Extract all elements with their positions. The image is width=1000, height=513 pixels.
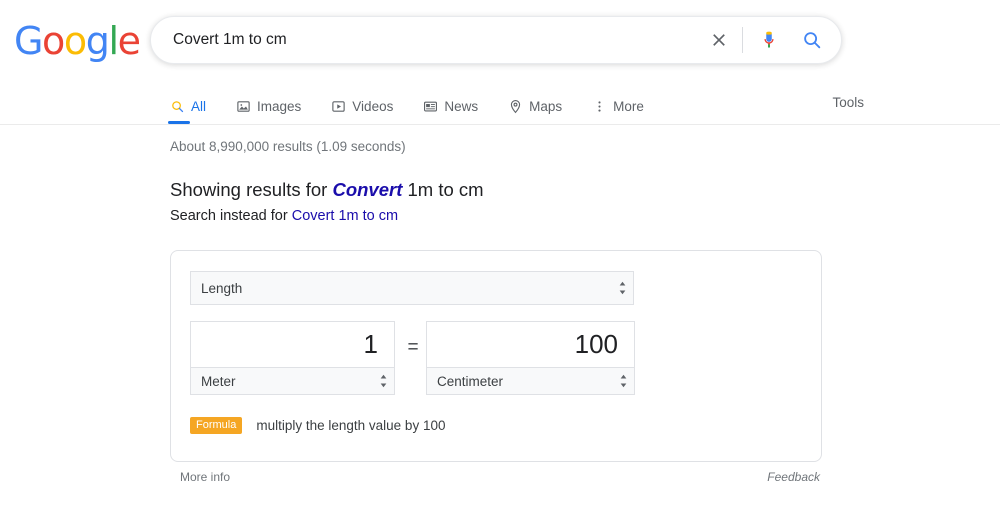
tab-all[interactable]: All (168, 88, 220, 124)
close-icon[interactable] (702, 18, 736, 62)
more-info-link[interactable]: More info (180, 470, 230, 484)
search-instead-prefix: Search instead for (170, 208, 292, 224)
tab-maps-label: Maps (529, 98, 563, 114)
tab-maps[interactable]: Maps (508, 88, 576, 124)
chevron-updown-icon (372, 373, 394, 389)
news-icon (423, 99, 438, 114)
tab-news-label: News (444, 98, 479, 114)
feedback-link[interactable]: Feedback (767, 470, 820, 484)
tools-button[interactable]: Tools (832, 95, 864, 110)
tab-images[interactable]: Images (236, 88, 315, 124)
result-stats: About 8,990,000 results (1.09 seconds) (170, 139, 406, 154)
showing-results-prefix: Showing results for (170, 179, 333, 200)
showing-results-suffix: 1m to cm (402, 179, 484, 200)
logo-letter-g1: G (14, 19, 43, 63)
logo-letter-o2: o (63, 19, 87, 63)
source-value: 1 (363, 329, 378, 359)
map-pin-icon (508, 99, 523, 114)
search-nav-tabs: All Images Videos News Maps More (168, 88, 674, 124)
equals-sign: = (407, 337, 419, 358)
target-unit-group: 100 Centimeter (426, 321, 635, 395)
spelling-correction: Showing results for Convert 1m to cm Sea… (170, 178, 484, 227)
page-header: Google Covert 1m to cm All Images Videos… (0, 0, 1000, 125)
tab-more[interactable]: More (592, 88, 658, 124)
search-input[interactable] (151, 31, 702, 49)
more-vertical-icon (592, 99, 607, 114)
chevron-updown-icon (612, 373, 634, 389)
source-unit-group: 1 Meter (190, 321, 395, 395)
tab-all-label: All (191, 98, 207, 114)
target-unit-select[interactable]: Centimeter (426, 367, 635, 395)
search-instead-for: Search instead for Covert 1m to cm (170, 205, 484, 227)
formula-row: Formula multiply the length value by 100 (190, 417, 445, 434)
tab-news[interactable]: News (423, 88, 492, 124)
search-icon[interactable] (789, 18, 835, 62)
tab-videos-label: Videos (352, 98, 394, 114)
search-icon (170, 99, 185, 114)
target-value: 100 (574, 329, 618, 359)
corrected-term[interactable]: Convert (332, 179, 402, 200)
source-value-input[interactable]: 1 (190, 321, 395, 367)
search-bar[interactable] (150, 16, 842, 64)
chevron-updown-icon (611, 280, 633, 296)
target-unit-value: Centimeter (437, 373, 504, 389)
conversion-category-select[interactable]: Length (190, 271, 634, 305)
formula-description: multiply the length value by 100 (256, 418, 446, 433)
logo-letter-e: e (117, 19, 141, 63)
search-instead-link[interactable]: Covert 1m to cm (292, 208, 398, 224)
google-search-results-page: Google Covert 1m to cm All Images Videos… (0, 0, 1000, 513)
video-icon (331, 99, 346, 114)
formula-badge: Formula (190, 417, 243, 434)
microphone-icon[interactable] (749, 18, 789, 62)
tab-videos[interactable]: Videos (331, 88, 407, 124)
search-divider (742, 27, 743, 53)
google-logo[interactable]: Google (14, 19, 141, 63)
showing-results-for: Showing results for Convert 1m to cm (170, 178, 484, 202)
card-footer: More info Feedback (180, 470, 820, 484)
tab-more-label: More (613, 98, 644, 114)
logo-letter-g2: g (85, 19, 110, 63)
source-unit-value: Meter (201, 373, 236, 389)
logo-letter-o1: o (42, 19, 65, 63)
source-unit-select[interactable]: Meter (190, 367, 395, 395)
target-value-input[interactable]: 100 (426, 321, 635, 367)
logo-letter-l: l (108, 19, 120, 63)
conversion-category-value: Length (201, 280, 243, 296)
image-icon (236, 99, 251, 114)
unit-converter-card: Length 1 Meter = 100 Centimeter Formula … (170, 250, 822, 462)
tab-images-label: Images (257, 98, 302, 114)
